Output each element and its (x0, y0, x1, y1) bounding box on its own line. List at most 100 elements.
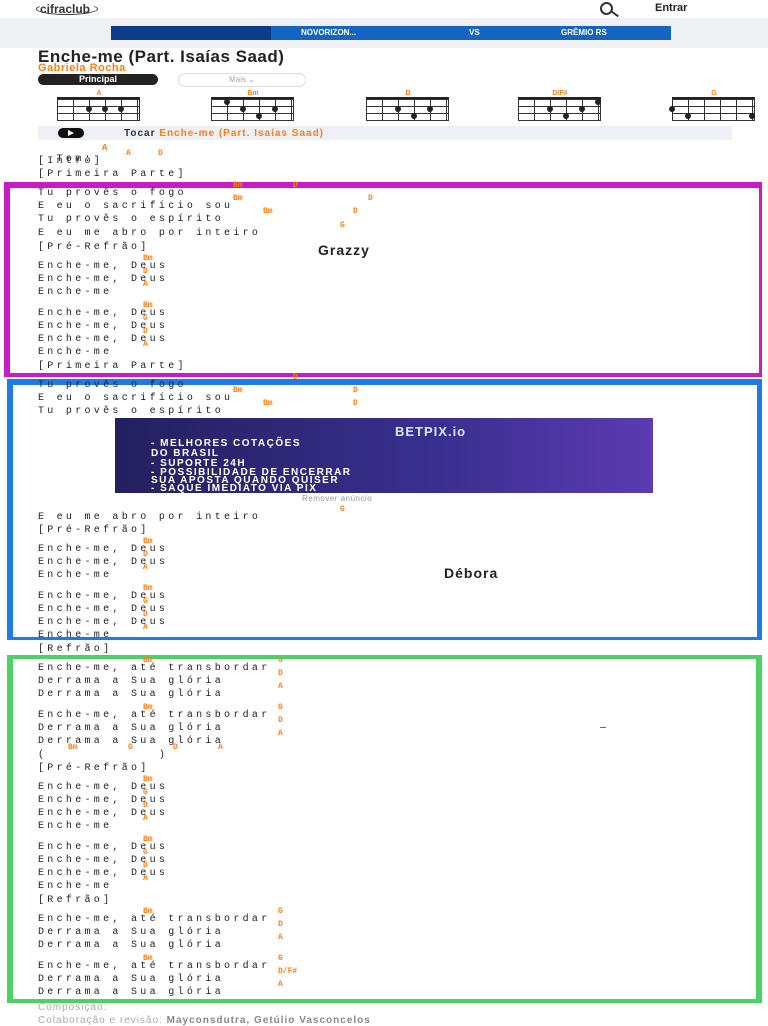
chord-symbol[interactable]: G (143, 314, 148, 323)
chord-symbol[interactable]: Bm (143, 775, 153, 784)
chevron-down-icon: ⌄ (248, 75, 255, 84)
lyric-line: Enche-me (38, 881, 113, 892)
chord-symbol[interactable]: Bm (143, 537, 153, 546)
chord-symbol[interactable]: A (143, 563, 148, 572)
chord-symbol[interactable]: A (143, 280, 148, 289)
finger-dot (224, 99, 230, 105)
chord-symbol[interactable]: D/F# (278, 967, 297, 976)
player-prefix: Tocar (124, 128, 156, 139)
chord-diagram-bm[interactable]: Bm (211, 90, 295, 121)
chord-symbol[interactable]: D (143, 861, 148, 870)
chord-symbol[interactable]: D (278, 716, 283, 725)
chord-symbol[interactable]: D (293, 181, 298, 190)
search-icon[interactable] (600, 2, 613, 15)
chord-symbol[interactable]: D (158, 149, 163, 158)
chord-symbol[interactable]: D (353, 399, 358, 408)
lyric-line: ( ) (38, 750, 169, 761)
chord-symbol[interactable]: G (340, 505, 345, 514)
chord-diagram-name: A (96, 90, 102, 97)
chord-symbol[interactable]: D (143, 327, 148, 336)
banner-team-right: GRÊMIO RS (561, 28, 607, 37)
chord-symbol[interactable]: A (278, 933, 283, 942)
chord-symbol[interactable]: A (126, 149, 131, 158)
ad-item: - SAQUE IMEDIATO VIA PIX (151, 483, 318, 493)
chord-symbol[interactable]: G (143, 788, 148, 797)
chord-symbol[interactable]: D (143, 550, 148, 559)
chord-diagram-name: D (405, 90, 411, 97)
stray-mark (600, 727, 606, 728)
chord-symbol[interactable]: Bm (233, 386, 243, 395)
chord-symbol[interactable]: A (218, 743, 223, 752)
chord-symbol[interactable]: D (278, 669, 283, 678)
finger-dot (411, 113, 417, 119)
login-link[interactable]: Entrar (655, 2, 687, 14)
lyric-line: Enche-me, Deus (38, 868, 169, 879)
chord-symbol[interactable]: Bm (143, 954, 153, 963)
finger-dot (685, 113, 691, 119)
chord-symbol[interactable]: D (293, 373, 298, 382)
tab-more-dropdown[interactable]: Mais ⌄ (178, 73, 306, 87)
chord-symbol[interactable]: Bm (143, 254, 153, 263)
chord-symbol[interactable]: Bm (233, 194, 243, 203)
chord-symbol[interactable]: Bm (143, 656, 153, 665)
chord-symbol[interactable]: G (278, 954, 283, 963)
chord-symbol[interactable]: G (278, 703, 283, 712)
chord-diagram-df[interactable]: D/F# (518, 90, 602, 121)
chord-symbol[interactable]: D (353, 386, 358, 395)
chord-symbol[interactable]: D (173, 743, 178, 752)
chord-symbol[interactable]: G (340, 221, 345, 230)
chord-symbol[interactable]: Bm (143, 907, 153, 916)
lyric-line: Enche-me, Deus (38, 808, 169, 819)
chord-symbol[interactable]: Bm (263, 207, 273, 216)
match-banner-ad[interactable]: NOVORIZON... VS GRÊMIO RS (111, 26, 671, 40)
chord-symbol[interactable]: D (143, 610, 148, 619)
chord-symbol[interactable]: D (353, 207, 358, 216)
chord-symbol[interactable]: Bm (143, 835, 153, 844)
finger-dot (118, 106, 124, 112)
key-value[interactable]: A (102, 143, 107, 153)
chord-symbol[interactable]: D (143, 267, 148, 276)
finger-dot (102, 106, 108, 112)
collab-names[interactable]: Mayconsdutra, Getúlio Vasconcelos (167, 1015, 371, 1026)
chord-symbol[interactable]: Bm (263, 399, 273, 408)
lyric-line: Derrama a Sua glória (38, 987, 225, 998)
lyric-line: Enche-me (38, 630, 113, 641)
lyric-line: E eu me abro por inteiro (38, 512, 262, 523)
chord-symbol[interactable]: A (278, 980, 283, 989)
chord-symbol[interactable]: Bm (143, 584, 153, 593)
chord-symbol[interactable]: Bm (143, 703, 153, 712)
remove-ad-link[interactable]: Remover anúncio (302, 494, 372, 503)
lyric-line: E eu o sacrifício sou (38, 201, 234, 212)
section-label: [Primeira Parte] (38, 361, 187, 372)
chord-symbol[interactable]: G (143, 597, 148, 606)
chord-symbol[interactable]: A (143, 814, 148, 823)
tab-principal[interactable]: Principal (38, 74, 158, 85)
chord-symbol[interactable]: Bm (68, 743, 78, 752)
betpix-ad[interactable]: BETPIX.io - MELHORES COTAÇÕES DO BRASIL … (115, 418, 653, 493)
chord-symbol[interactable]: D (278, 920, 283, 929)
annotation-label-grazzy: Grazzy (318, 242, 370, 258)
chord-symbol[interactable]: G (278, 907, 283, 916)
chord-symbol[interactable]: Bm (143, 301, 153, 310)
player-label[interactable]: Tocar Enche-me (Part. Isaías Saad) (124, 128, 324, 139)
chord-diagram-d[interactable]: D (366, 90, 450, 121)
chord-symbol[interactable]: A (278, 682, 283, 691)
chord-symbol[interactable]: D (368, 194, 373, 203)
chord-symbol[interactable]: G (143, 848, 148, 857)
chord-symbol[interactable]: G (128, 743, 133, 752)
chord-symbol[interactable]: A (143, 623, 148, 632)
chord-symbol[interactable]: A (143, 874, 148, 883)
chord-symbol[interactable]: A (143, 340, 148, 349)
chord-symbol[interactable]: D (143, 801, 148, 810)
play-button[interactable] (58, 128, 84, 138)
chord-symbol[interactable]: A (278, 729, 283, 738)
artist-link[interactable]: Gabriela Rocha (38, 62, 126, 74)
chord-symbol[interactable]: G (278, 656, 283, 665)
lyric-line: Enche-me, Deus (38, 855, 169, 866)
lyric-line: Derrama a Sua glória (38, 974, 225, 985)
chord-symbol[interactable]: Bm (233, 181, 243, 190)
chord-diagram-g[interactable]: G (669, 90, 756, 121)
site-logo[interactable]: cifraclub (40, 2, 90, 16)
banner-vs: VS (469, 28, 480, 37)
chord-diagram-a[interactable]: A (57, 90, 141, 121)
